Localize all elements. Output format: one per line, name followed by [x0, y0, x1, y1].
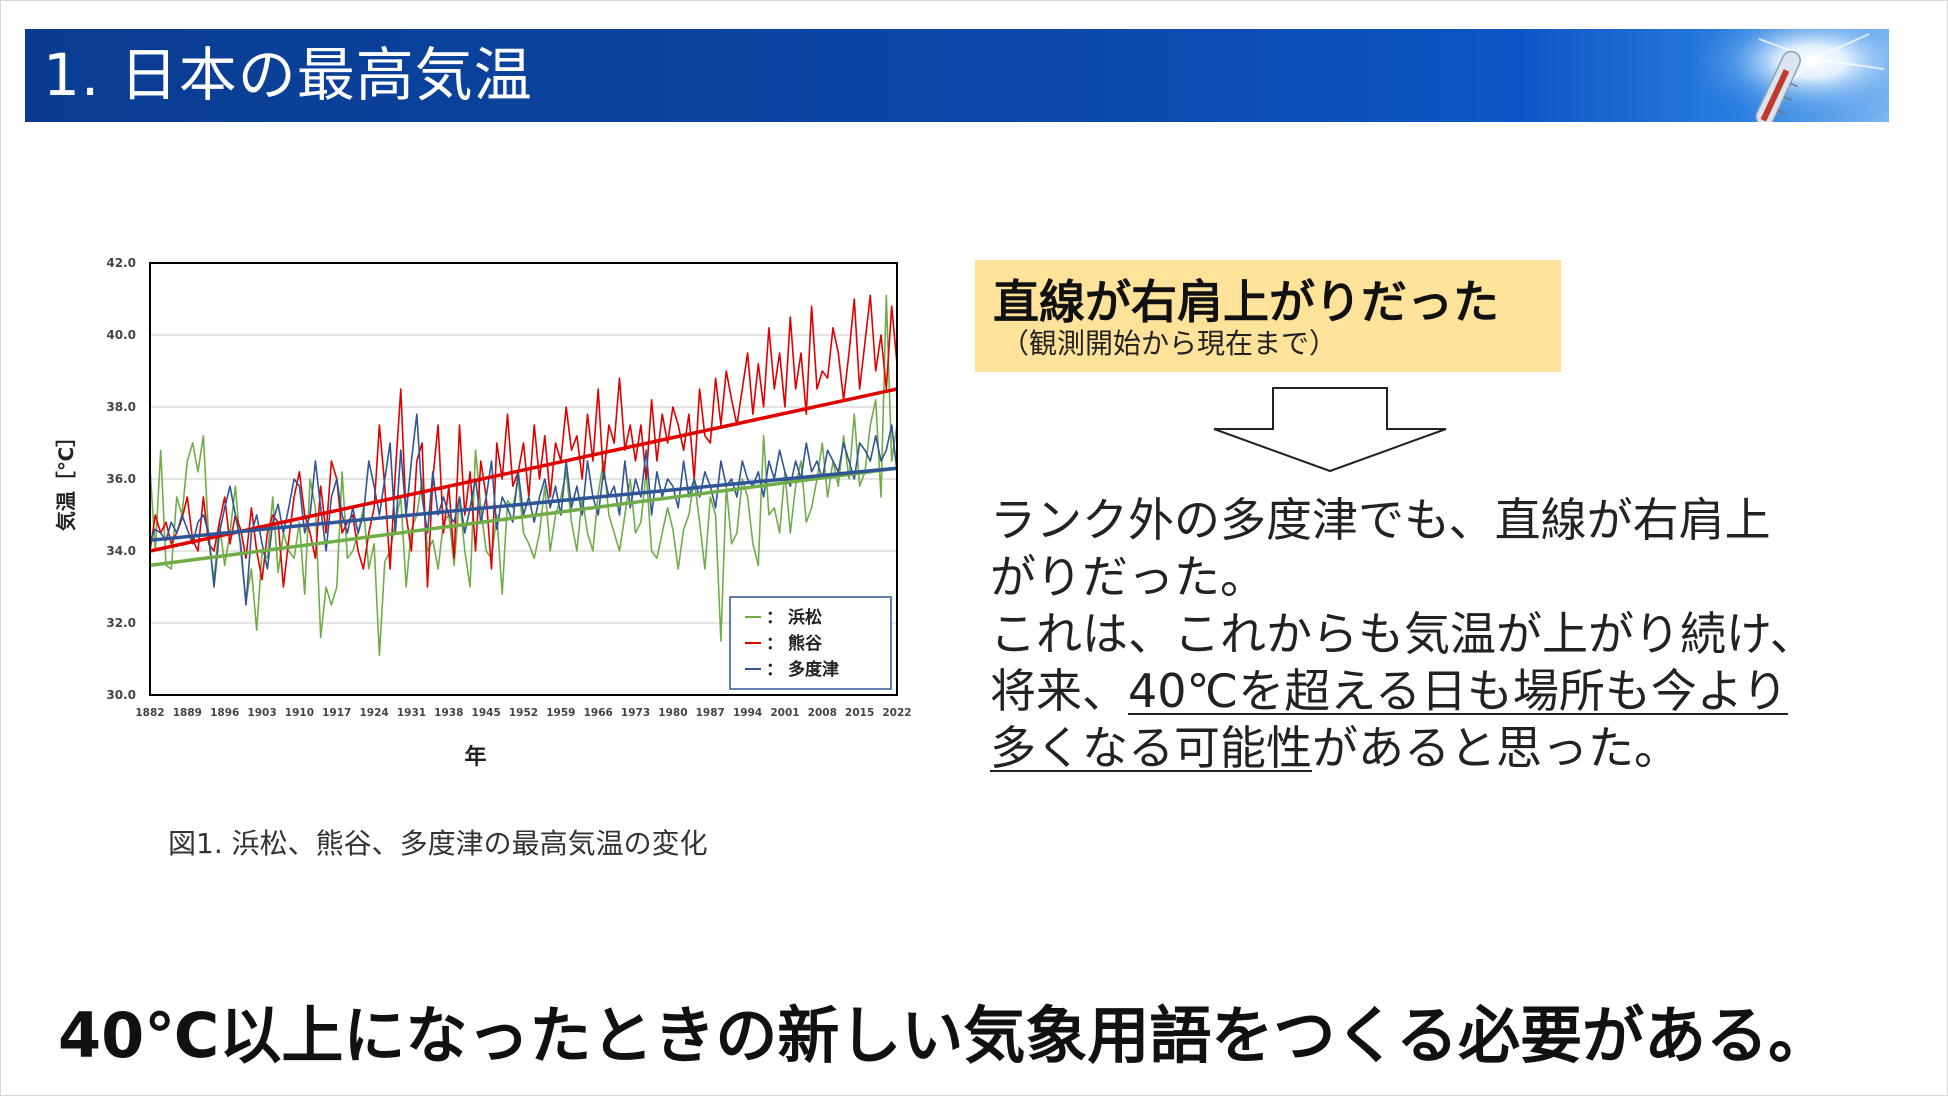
y-tick-label: 36.0: [106, 472, 136, 486]
legend-colon: ：: [766, 660, 783, 680]
x-tick-label: 1959: [546, 707, 575, 719]
legend-label: 浜松: [788, 607, 822, 628]
y-axis-label: 気温［℃］: [54, 427, 78, 531]
y-tick-label: 40.0: [106, 328, 136, 342]
x-tick-label: 2015: [845, 707, 874, 719]
x-tick-label: 1917: [322, 707, 351, 719]
x-tick-label: 2001: [770, 707, 799, 719]
title-bar: 1. 日本の最高気温: [25, 29, 1889, 122]
x-axis-label: 年: [464, 744, 486, 770]
x-tick-label: 1952: [509, 707, 538, 719]
x-tick-label: 1931: [397, 707, 426, 719]
x-tick-label: 1987: [696, 707, 725, 719]
body-text: ランク外の多度津でも、直線が右肩上 がりだった。 これは、これからも気温が上がり…: [990, 492, 1890, 777]
x-tick-label: 1980: [658, 707, 687, 719]
body-line-3: これは、これからも気温が上がり続け、: [990, 607, 1816, 661]
y-tick-label: 30.0: [106, 688, 136, 702]
x-tick-label: 1994: [733, 707, 762, 719]
x-tick-label: 1889: [173, 707, 202, 719]
y-tick-label: 42.0: [106, 256, 136, 270]
conclusion-text: 40℃以上になったときの新しい気象用語をつくる必要がある。: [58, 999, 1831, 1072]
x-tick-label: 1910: [285, 707, 314, 719]
chart-legend: ：浜松： 熊谷： 多度津: [729, 596, 892, 690]
temperature-chart: 30.0 32.0 34.0 36.0 38.0 40.0 42.0 1882 1889 1896…: [50, 252, 930, 782]
callout-box: 直線が右肩上がりだった （観測開始から現在まで）: [975, 260, 1561, 372]
y-tick-label: 32.0: [106, 616, 136, 630]
x-tick-label: 2022: [882, 707, 911, 719]
y-tick-label: 38.0: [106, 400, 136, 414]
legend-label: 多度津: [788, 659, 839, 680]
body-line-5-suffix: があると思った。: [1312, 721, 1680, 775]
x-tick-label: 1896: [210, 707, 239, 719]
x-tick-label: 1903: [247, 707, 276, 719]
x-tick-label: 2008: [808, 707, 837, 719]
page-title: 1. 日本の最高気温: [43, 41, 533, 109]
body-line-5-underlined: 多くなる可能性: [990, 721, 1312, 775]
x-tick-label: 1938: [434, 707, 463, 719]
legend-colon: ：: [766, 634, 783, 654]
x-tick-label: 1882: [135, 707, 164, 719]
down-arrow-icon: [1213, 387, 1447, 473]
body-line-4-prefix: 将来、: [990, 664, 1128, 718]
legend-colon: ：: [766, 608, 783, 628]
y-tick-label: 34.0: [106, 544, 136, 558]
x-tick-label: 1966: [584, 707, 613, 719]
body-line-1: ランク外の多度津でも、直線が右肩上: [990, 493, 1771, 547]
body-line-4-underlined: 40℃を超える日も場所も今より: [1128, 664, 1788, 718]
body-line-5: 多くなる可能性があると思った。: [990, 720, 1890, 777]
x-tick-label: 1924: [359, 707, 388, 719]
body-line-2: がりだった。: [990, 550, 1266, 604]
figure-caption: 図1. 浜松、熊谷、多度津の最高気温の変化: [168, 827, 708, 860]
sun-thermometer-icon: [1699, 29, 1889, 122]
x-tick-label: 1945: [472, 707, 501, 719]
body-line-4: 将来、40℃を超える日も場所も今より: [990, 663, 1890, 720]
legend-label: 熊谷: [788, 633, 823, 654]
x-tick-label: 1973: [621, 707, 650, 719]
chart-svg: 30.0 32.0 34.0 36.0 38.0 40.0 42.0 1882 1889 1896…: [54, 256, 912, 770]
callout-subheading: （観測開始から現在まで）: [1001, 327, 1338, 360]
